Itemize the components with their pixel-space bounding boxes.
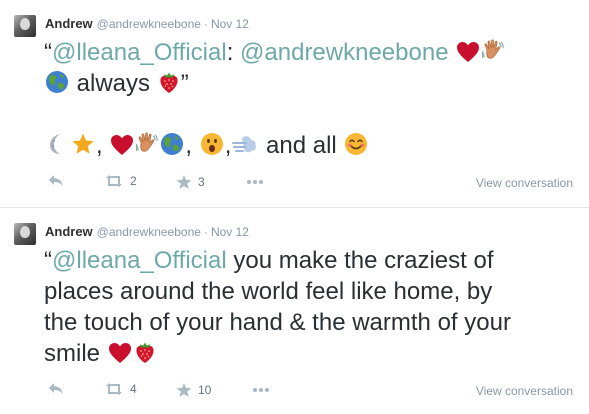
tweet-line: , , , and all: [44, 130, 573, 161]
line-text: smile: [44, 340, 101, 367]
author-handle[interactable]: @andrewkneebone: [97, 17, 201, 31]
mention-link[interactable]: @andrewkneebone: [240, 39, 449, 66]
retweet-icon: [104, 382, 124, 396]
view-conversation-link[interactable]: View conversation: [476, 384, 573, 398]
tweet-line: places around the world feel like home, …: [44, 278, 493, 305]
favorite-button[interactable]: 3: [176, 174, 205, 190]
retweet-count: 2: [130, 174, 137, 188]
author-name[interactable]: Andrew: [45, 16, 93, 31]
more-icon: [246, 179, 264, 185]
favorite-count: 10: [198, 383, 212, 397]
star-icon: [176, 174, 192, 190]
globe-emoji-icon: [45, 70, 69, 94]
reply-icon: [48, 174, 64, 188]
smiling-face-emoji-icon: [344, 132, 368, 156]
tweet-line: smile: [44, 338, 573, 369]
tweet[interactable]: Andrew @andrewkneebone · Nov 12 “@lleana_Of…: [0, 207, 589, 414]
author-name[interactable]: Andrew: [45, 224, 93, 239]
retweet-count: 4: [130, 382, 137, 396]
retweet-button[interactable]: 4: [104, 382, 137, 396]
colon: :: [226, 39, 234, 66]
reply-button[interactable]: [48, 174, 64, 188]
tweet-text: “@lleana_Official: @andrewkneebone alway…: [44, 37, 573, 161]
tweet-line: always ”: [44, 68, 573, 99]
more-button[interactable]: [246, 179, 264, 185]
quote-close: ”: [180, 70, 189, 97]
separator: ·: [203, 225, 208, 239]
line-text: and all: [266, 132, 337, 159]
reply-button[interactable]: [48, 382, 64, 396]
red-heart-emoji-icon: [456, 41, 480, 63]
retweet-icon: [104, 174, 124, 188]
red-heart-emoji-icon: [110, 134, 134, 156]
star-icon: [176, 382, 192, 398]
more-button[interactable]: [252, 387, 270, 393]
favorite-count: 3: [198, 175, 205, 189]
more-icon: [252, 387, 270, 393]
crescent-moon-emoji-icon: [45, 132, 69, 156]
tweet-line: “@lleana_Official you make the craziest …: [44, 245, 573, 276]
tweet-line: “@lleana_Official: @andrewkneebone: [44, 37, 573, 68]
surprised-face-emoji-icon: [200, 132, 224, 156]
quote-open: “: [44, 39, 52, 66]
comma: ,: [185, 132, 193, 159]
waving-hand-emoji-icon: [136, 132, 158, 156]
dash-emoji-icon: [232, 134, 258, 156]
star-emoji-icon: [71, 132, 95, 156]
tweet-text: “@lleana_Official you make the craziest …: [44, 245, 573, 369]
line-text: always: [76, 70, 151, 97]
strawberry-emoji-icon: [134, 339, 156, 364]
waving-hand-emoji-icon: [482, 39, 504, 63]
tweet-header: Andrew @andrewkneebone · Nov 12: [45, 224, 249, 240]
comma: ,: [96, 132, 103, 159]
retweet-button[interactable]: 2: [104, 174, 137, 188]
tweet-time[interactable]: Nov 12: [211, 17, 249, 31]
tweet-line: the touch of your hand & the warmth of y…: [44, 309, 511, 336]
author-handle[interactable]: @andrewkneebone: [97, 225, 201, 239]
red-heart-emoji-icon: [108, 342, 132, 364]
reply-icon: [48, 382, 64, 396]
avatar[interactable]: [14, 223, 36, 245]
quote-open: “: [44, 247, 52, 274]
tweet[interactable]: Andrew @andrewkneebone · Nov 12 “@lleana_Of…: [0, 0, 589, 207]
view-conversation-link[interactable]: View conversation: [476, 176, 573, 190]
tweet-actions: 2 3 View conversation: [0, 174, 589, 194]
favorite-button[interactable]: 10: [176, 382, 211, 398]
tweet-actions: 4 10 View conversation: [0, 382, 589, 402]
comma: ,: [224, 132, 232, 159]
strawberry-emoji-icon: [158, 69, 180, 94]
mention-link[interactable]: @lleana_Official: [52, 39, 227, 66]
line-text: you make the craziest of: [233, 247, 494, 274]
mention-link[interactable]: @lleana_Official: [52, 247, 227, 274]
tweet-time[interactable]: Nov 12: [211, 225, 249, 239]
globe-emoji-icon: [160, 132, 184, 156]
tweet-header: Andrew @andrewkneebone · Nov 12: [45, 16, 249, 32]
avatar[interactable]: [14, 15, 36, 37]
separator: ·: [203, 17, 208, 31]
